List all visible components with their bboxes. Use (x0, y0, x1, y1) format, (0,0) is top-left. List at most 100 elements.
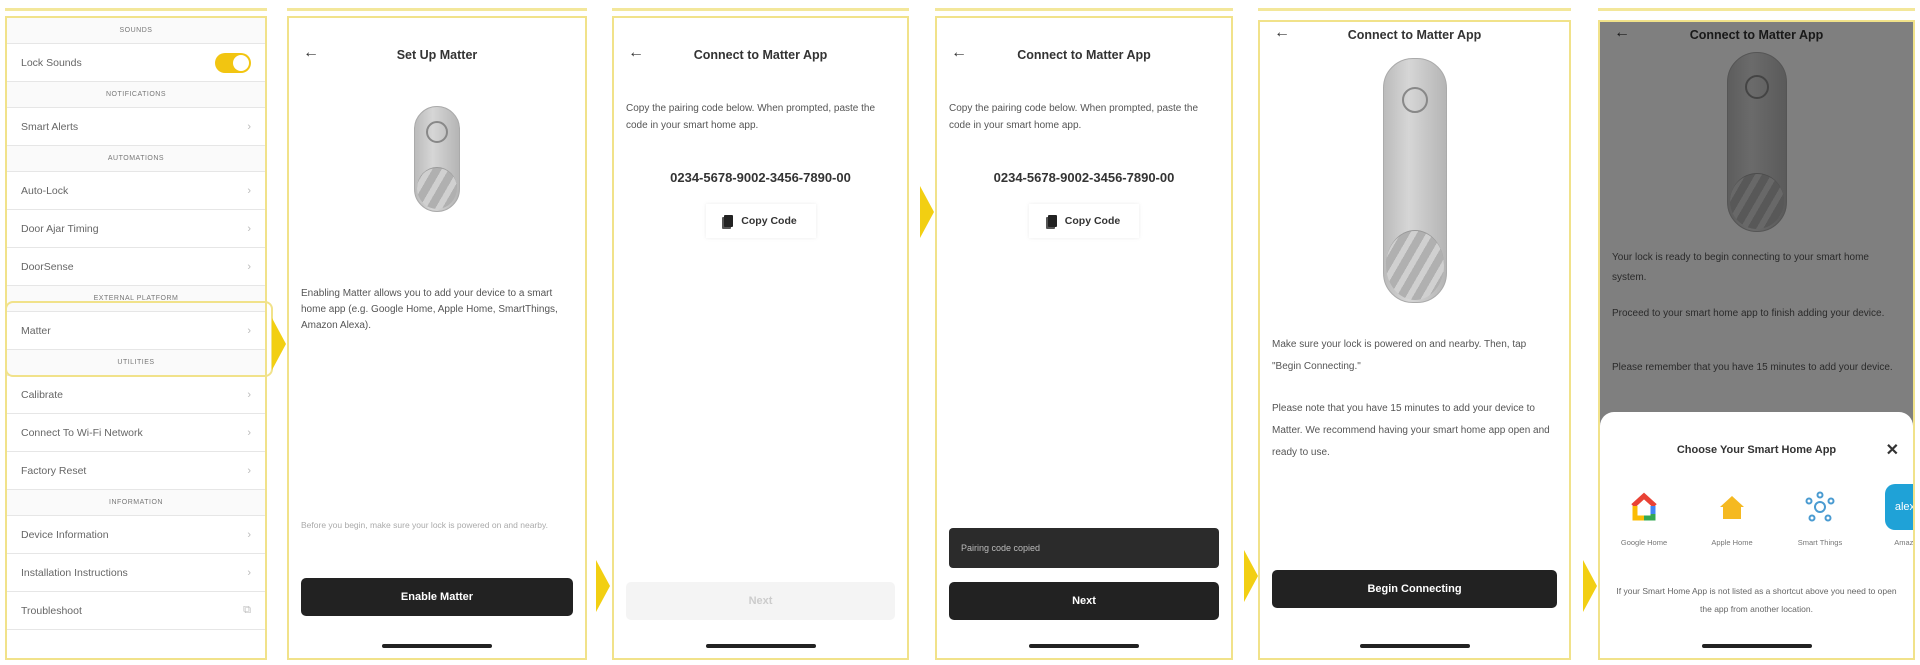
page-title: Connect to Matter App (693, 48, 828, 62)
copy-code-button[interactable]: Copy Code (1029, 204, 1139, 238)
app-google-home[interactable]: Google Home (1610, 484, 1678, 547)
alexa-icon: alexa (1885, 484, 1913, 530)
app-apple-home[interactable]: Apple Home (1698, 484, 1766, 547)
row-label: Smart Alerts (21, 120, 79, 133)
next-button-disabled[interactable]: Next (626, 582, 895, 620)
lock-illustration (1382, 58, 1447, 303)
divider (1258, 8, 1571, 11)
row-label: Lock Sounds (21, 56, 82, 69)
copy-code-button[interactable]: Copy Code (706, 204, 816, 238)
sheet-title: Choose Your Smart Home App (1676, 444, 1837, 456)
chevron-right-icon: › (247, 120, 251, 133)
app-amazon-alexa[interactable]: alexa Amazon (1874, 484, 1914, 547)
settings-row-connect-to-wi-fi-network[interactable]: Connect To Wi-Fi Network › (7, 414, 265, 452)
copy-icon (1047, 215, 1057, 227)
next-button[interactable]: Next (949, 582, 1219, 620)
chevron-right-icon: › (247, 528, 251, 541)
settings-screen: SOUNDS Lock Sounds NOTIFICATIONS Smart Aler… (5, 16, 273, 660)
instructions: Make sure your lock is powered on and ne… (1272, 339, 1527, 372)
smartthings-icon (1797, 484, 1843, 530)
settings-row-door-ajar-timing[interactable]: Door Ajar Timing › (7, 210, 265, 248)
section-header: UTILITIES (7, 350, 265, 376)
step-arrow (596, 560, 610, 612)
settings-row-matter[interactable]: Matter › (7, 312, 265, 350)
section-header: NOTIFICATIONS (7, 82, 265, 108)
row-label: Matter (21, 324, 51, 337)
copy-icon (724, 215, 734, 227)
chevron-right-icon: › (247, 184, 251, 197)
setup-matter-screen: ← Set Up Matter Enabling Matter allows y… (287, 16, 587, 660)
enable-matter-button[interactable]: Enable Matter (301, 578, 573, 616)
chevron-right-icon: › (247, 222, 251, 235)
row-label: Auto-Lock (21, 184, 69, 197)
step-arrow (1244, 550, 1258, 602)
choose-app-sheet: Choose Your Smart Home App ✕ Google Home… (1600, 412, 1913, 658)
instructions: Copy the pairing code below. When prompt… (626, 103, 876, 131)
settings-row-lock-sounds[interactable]: Lock Sounds (7, 44, 265, 82)
section-header: SOUNDS (7, 18, 265, 44)
row-label: Door Ajar Timing (21, 222, 99, 235)
home-indicator (1701, 644, 1812, 648)
close-icon[interactable]: ✕ (1886, 440, 1899, 460)
copy-code-label: Copy Code (1064, 215, 1121, 227)
toast-message: Pairing code copied (949, 528, 1219, 568)
settings-row-calibrate[interactable]: Calibrate › (7, 376, 265, 414)
settings-list: SOUNDS Lock Sounds NOTIFICATIONS Smart Aler… (7, 18, 265, 630)
divider (287, 8, 587, 11)
divider (1598, 8, 1915, 11)
page-title: Connect to Matter App (1347, 28, 1482, 42)
home-indicator (1359, 644, 1470, 648)
row-label: Troubleshoot (21, 604, 82, 617)
settings-row-troubleshoot[interactable]: Troubleshoot ⧉ (7, 592, 265, 630)
begin-connecting-screen: ← Connect to Matter App Make sure your l… (1258, 20, 1571, 660)
time-note: Please note that you have 15 minutes to … (1272, 403, 1550, 458)
instructions: Copy the pairing code below. When prompt… (949, 103, 1199, 131)
settings-row-smart-alerts[interactable]: Smart Alerts › (7, 108, 265, 146)
sheet-footer: If your Smart Home App is not listed as … (1616, 586, 1897, 614)
section-header: EXTERNAL PLATFORM (7, 286, 265, 312)
divider (5, 8, 267, 11)
app-smart-things[interactable]: Smart Things (1786, 484, 1854, 547)
chevron-right-icon: › (247, 464, 251, 477)
section-header: INFORMATION (7, 490, 265, 516)
pairing-code: 0234-5678-9002-3456-7890-00 (670, 170, 851, 185)
description: Enabling Matter allows you to add your d… (301, 288, 558, 331)
row-label: Calibrate (21, 388, 64, 401)
row-label: Factory Reset (21, 464, 87, 477)
row-label: Connect To Wi-Fi Network (21, 426, 143, 439)
chevron-right-icon: › (247, 324, 251, 337)
row-label: Installation Instructions (21, 566, 128, 579)
settings-row-device-information[interactable]: Device Information › (7, 516, 265, 554)
note: Before you begin, make sure your lock is… (301, 520, 548, 530)
step-arrow (272, 318, 286, 370)
row-label: DoorSense (21, 260, 74, 273)
choose-app-screen: ← Connect to Matter App Your lock is rea… (1598, 20, 1915, 660)
section-header: AUTOMATIONS (7, 146, 265, 172)
apple-home-icon (1709, 484, 1755, 530)
pairing-code-copied-screen: ← Connect to Matter App Copy the pairing… (935, 16, 1233, 660)
lock-sounds-toggle[interactable] (215, 52, 251, 73)
divider (612, 8, 909, 11)
settings-row-auto-lock[interactable]: Auto-Lock › (7, 172, 265, 210)
home-indicator (382, 644, 492, 648)
row-label: Device Information (21, 528, 109, 541)
home-indicator (1029, 644, 1139, 648)
page-title: Set Up Matter (396, 48, 478, 62)
app-list: Google Home Apple Home Smart Things alex… (1600, 484, 1914, 547)
begin-connecting-button[interactable]: Begin Connecting (1272, 570, 1557, 608)
pairing-code-screen: ← Connect to Matter App Copy the pairing… (612, 16, 909, 660)
step-arrow (920, 186, 934, 238)
copy-code-label: Copy Code (741, 215, 797, 227)
settings-row-factory-reset[interactable]: Factory Reset › (7, 452, 265, 490)
app-label: Apple Home (1711, 538, 1753, 547)
app-label: Smart Things (1797, 538, 1843, 547)
app-label: Amazon (1894, 538, 1914, 547)
settings-row-installation-instructions[interactable]: Installation Instructions › (7, 554, 265, 592)
settings-row-doorsense[interactable]: DoorSense › (7, 248, 265, 286)
external-link-icon: ⧉ (243, 604, 251, 616)
lock-illustration (414, 106, 460, 212)
divider (935, 8, 1233, 11)
google-home-icon (1621, 484, 1667, 530)
chevron-right-icon: › (247, 426, 251, 439)
page-title: Connect to Matter App (1017, 48, 1151, 62)
